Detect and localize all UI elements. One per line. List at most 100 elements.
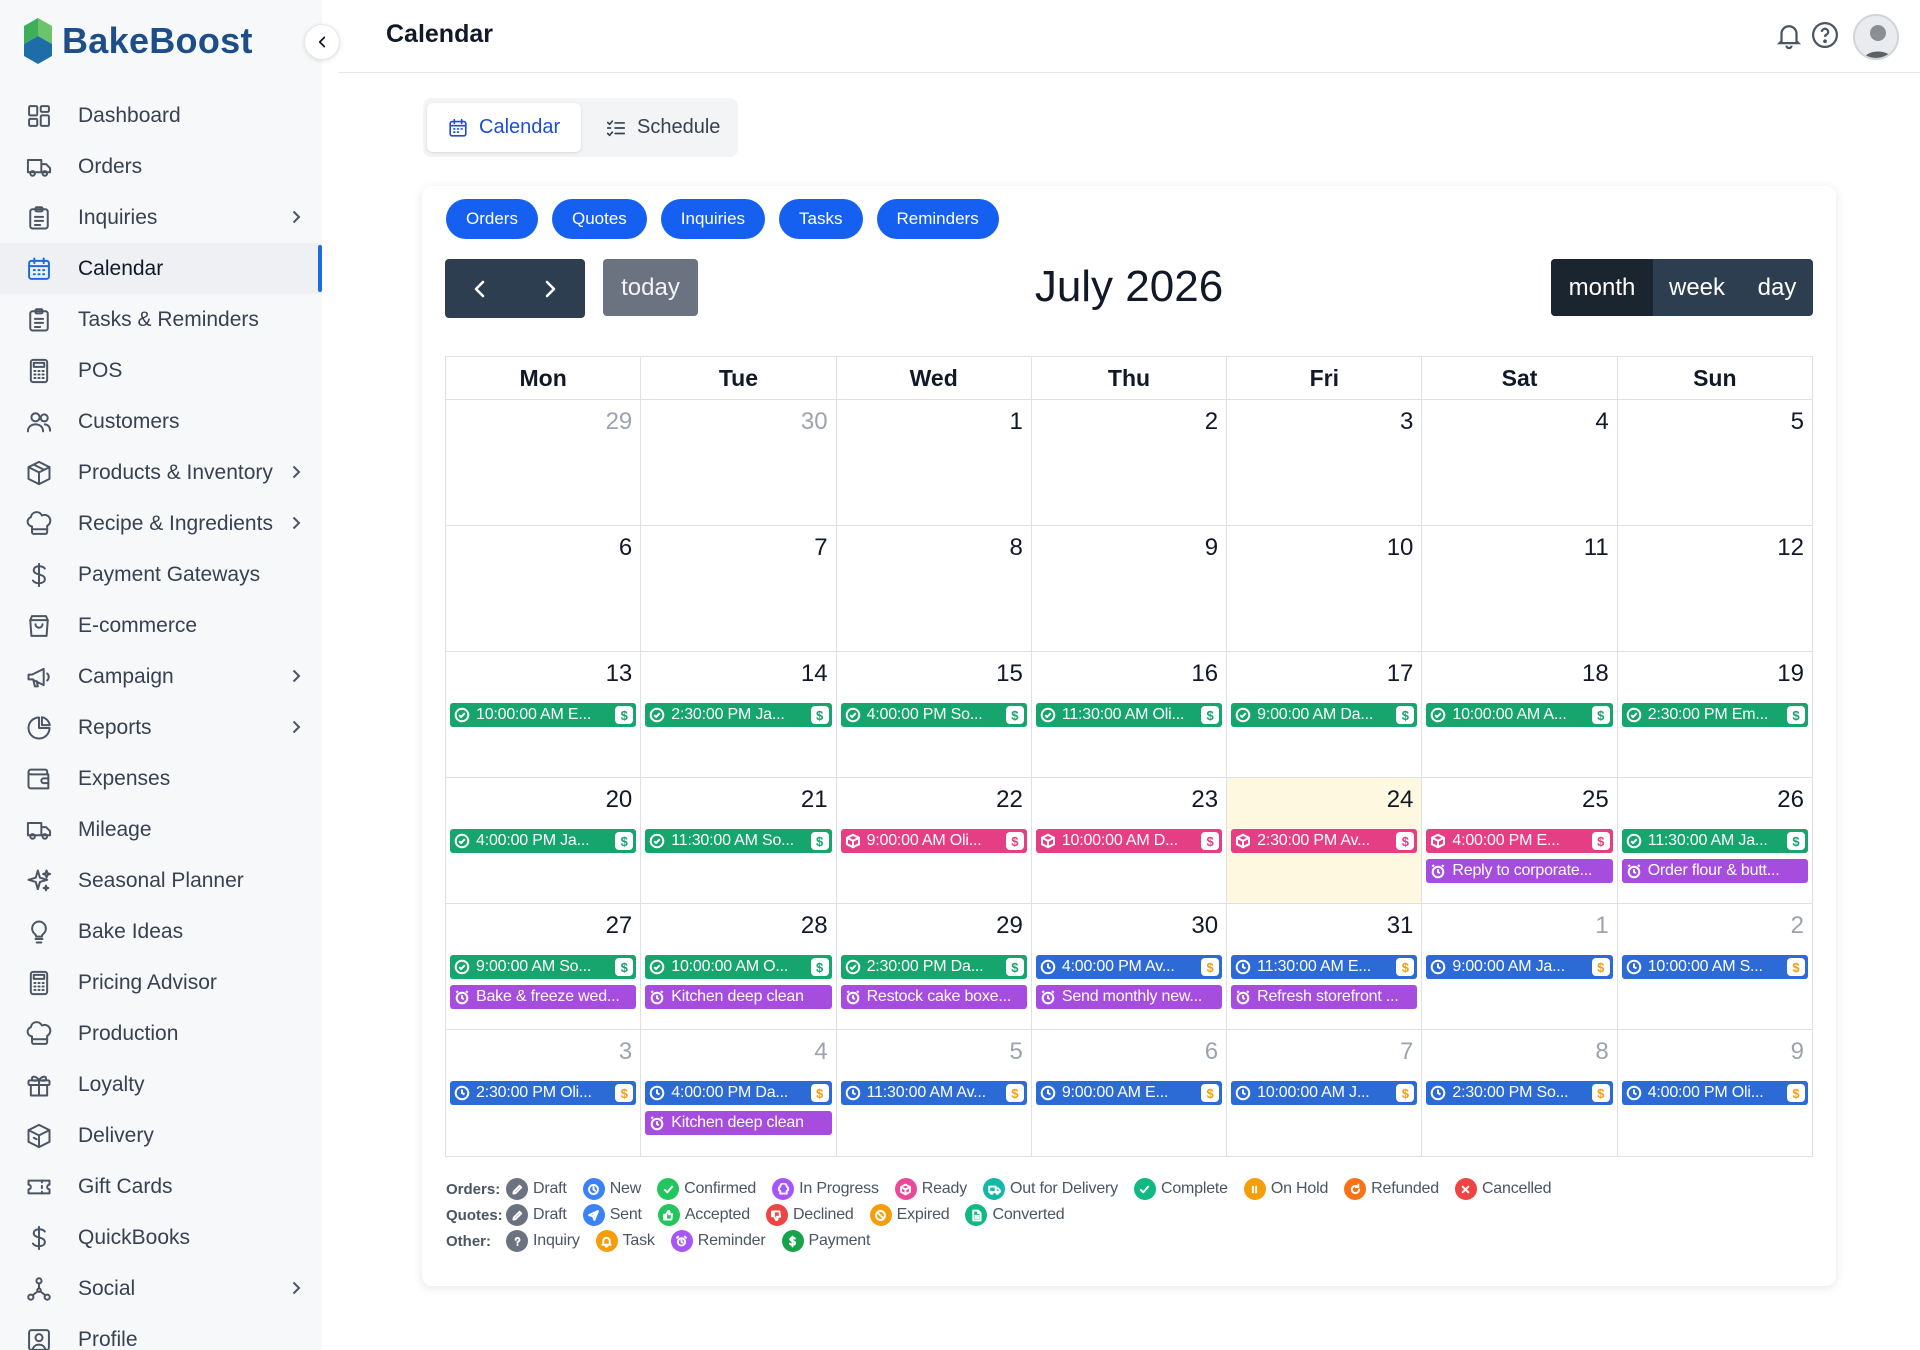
day-number[interactable]: 29: [996, 912, 1023, 940]
calendar-event[interactable]: 10:00:00 AM A... $: [1426, 703, 1613, 727]
day-cell[interactable]: 23 10:00:00 AM D... $: [1032, 778, 1228, 903]
calendar-event[interactable]: Refresh storefront ...: [1231, 985, 1418, 1009]
day-cell[interactable]: 30 4:00:00 PM Av... $ Send monthly new...: [1032, 904, 1228, 1029]
calendar-event[interactable]: 2:30:00 PM Da... $: [840, 955, 1027, 979]
day-number[interactable]: 16: [1191, 660, 1218, 688]
day-number[interactable]: 7: [1400, 1038, 1413, 1066]
day-cell[interactable]: 16 11:30:00 AM Oli... $: [1032, 652, 1228, 777]
calendar-event[interactable]: Reply to corporate...: [1426, 859, 1613, 883]
day-number[interactable]: 7: [814, 534, 827, 562]
calendar-event[interactable]: Send monthly new...: [1035, 985, 1223, 1009]
sidebar-item-profile[interactable]: Profile: [0, 1314, 322, 1350]
sidebar-item-orders[interactable]: Orders: [0, 141, 322, 192]
day-number[interactable]: 23: [1191, 786, 1218, 814]
day-number[interactable]: 11: [1584, 534, 1609, 562]
day-number[interactable]: 1: [1595, 912, 1608, 940]
calendar-event[interactable]: 11:30:00 AM Ja... $: [1621, 829, 1808, 853]
day-number[interactable]: 26: [1777, 786, 1804, 814]
sidebar-item-calendar[interactable]: Calendar: [0, 243, 322, 294]
calendar-event[interactable]: 4:00:00 PM E... $: [1426, 829, 1613, 853]
brand-logo[interactable]: BakeBoost: [22, 16, 253, 66]
calendar-event[interactable]: Kitchen deep clean: [645, 1111, 832, 1135]
day-number[interactable]: 8: [1595, 1038, 1608, 1066]
day-number[interactable]: 27: [606, 912, 633, 940]
day-cell[interactable]: 2 10:00:00 AM S... $: [1618, 904, 1812, 1029]
day-number[interactable]: 5: [1791, 408, 1804, 436]
sidebar-item-production[interactable]: Production: [0, 1008, 322, 1059]
calendar-event[interactable]: 4:00:00 PM Oli... $: [1621, 1081, 1808, 1105]
filter-reminders[interactable]: Reminders: [876, 199, 999, 239]
sidebar-item-tasks-and-reminders[interactable]: Tasks & Reminders: [0, 294, 322, 345]
day-cell[interactable]: 30: [641, 400, 837, 525]
day-cell[interactable]: 1: [837, 400, 1032, 525]
sidebar-item-campaign[interactable]: Campaign: [0, 651, 322, 702]
day-number[interactable]: 21: [801, 786, 828, 814]
filter-orders[interactable]: Orders: [446, 199, 538, 239]
notifications-button[interactable]: [1774, 20, 1806, 52]
day-cell[interactable]: 8: [837, 526, 1032, 651]
day-number[interactable]: 14: [801, 660, 828, 688]
calendar-event[interactable]: 10:00:00 AM D... $: [1035, 829, 1223, 853]
filter-tasks[interactable]: Tasks: [779, 199, 863, 239]
day-cell[interactable]: 21 11:30:00 AM So... $: [641, 778, 837, 903]
day-number[interactable]: 10: [1387, 534, 1414, 562]
day-number[interactable]: 29: [606, 408, 633, 436]
sidebar-item-products-and-inventory[interactable]: Products & Inventory: [0, 447, 322, 498]
sidebar-item-quickbooks[interactable]: QuickBooks: [0, 1212, 322, 1263]
sidebar-item-bake-ideas[interactable]: Bake Ideas: [0, 906, 322, 957]
calendar-event[interactable]: 4:00:00 PM Da... $: [645, 1081, 832, 1105]
sidebar-item-inquiries[interactable]: Inquiries: [0, 192, 322, 243]
sidebar-item-social[interactable]: Social: [0, 1263, 322, 1314]
calendar-event[interactable]: 10:00:00 AM E... $: [450, 703, 637, 727]
day-number[interactable]: 4: [814, 1038, 827, 1066]
calendar-event[interactable]: 2:30:00 PM So... $: [1426, 1081, 1613, 1105]
filter-quotes[interactable]: Quotes: [551, 199, 647, 239]
day-cell[interactable]: 7 10:00:00 AM J... $: [1227, 1030, 1423, 1156]
calendar-event[interactable]: 9:00:00 AM Da... $: [1231, 703, 1418, 727]
day-cell[interactable]: 17 9:00:00 AM Da... $: [1227, 652, 1423, 777]
sidebar-item-payment-gateways[interactable]: Payment Gateways: [0, 549, 322, 600]
day-cell[interactable]: 6: [446, 526, 642, 651]
day-cell[interactable]: 3 2:30:00 PM Oli... $: [446, 1030, 642, 1156]
tab-schedule[interactable]: Schedule: [593, 103, 733, 152]
day-cell[interactable]: 5 11:30:00 AM Av... $: [837, 1030, 1032, 1156]
day-cell[interactable]: 22 9:00:00 AM Oli... $: [837, 778, 1032, 903]
sidebar-item-seasonal-planner[interactable]: Seasonal Planner: [0, 855, 322, 906]
week-view-button[interactable]: week: [1653, 259, 1741, 316]
tab-calendar[interactable]: Calendar: [427, 103, 581, 152]
sidebar-item-recipe-and-ingredients[interactable]: Recipe & Ingredients: [0, 498, 322, 549]
day-view-button[interactable]: day: [1741, 259, 1813, 316]
day-number[interactable]: 20: [606, 786, 633, 814]
day-cell-today[interactable]: 24 2:30:00 PM Av... $: [1227, 778, 1423, 903]
day-cell[interactable]: 1 9:00:00 AM Ja... $: [1422, 904, 1618, 1029]
day-number[interactable]: 22: [996, 786, 1023, 814]
day-number[interactable]: 6: [619, 534, 632, 562]
calendar-event[interactable]: 11:30:00 AM So... $: [645, 829, 832, 853]
day-number[interactable]: 1: [1009, 408, 1022, 436]
day-cell[interactable]: 20 4:00:00 PM Ja... $: [446, 778, 642, 903]
day-number[interactable]: 8: [1009, 534, 1022, 562]
calendar-event[interactable]: 9:00:00 AM E... $: [1035, 1081, 1223, 1105]
day-number[interactable]: 13: [606, 660, 633, 688]
day-cell[interactable]: 29: [446, 400, 642, 525]
calendar-event[interactable]: 11:30:00 AM E... $: [1231, 955, 1418, 979]
day-number[interactable]: 24: [1387, 786, 1414, 814]
day-number[interactable]: 12: [1777, 534, 1804, 562]
day-number[interactable]: 3: [1400, 408, 1413, 436]
day-number[interactable]: 9: [1791, 1038, 1804, 1066]
calendar-event[interactable]: 2:30:00 PM Em... $: [1621, 703, 1808, 727]
filter-inquiries[interactable]: Inquiries: [660, 199, 766, 239]
calendar-event[interactable]: 4:00:00 PM Av... $: [1035, 955, 1223, 979]
sidebar-item-pos[interactable]: POS: [0, 345, 322, 396]
day-cell[interactable]: 4: [1422, 400, 1618, 525]
calendar-event[interactable]: Order flour & butt...: [1621, 859, 1808, 883]
day-cell[interactable]: 28 10:00:00 AM O... $ Kitchen deep clean: [641, 904, 837, 1029]
day-cell[interactable]: 11: [1422, 526, 1618, 651]
day-number[interactable]: 6: [1205, 1038, 1218, 1066]
day-cell[interactable]: 13 10:00:00 AM E... $: [446, 652, 642, 777]
day-cell[interactable]: 5: [1618, 400, 1812, 525]
calendar-event[interactable]: 9:00:00 AM Oli... $: [840, 829, 1027, 853]
sidebar-item-gift-cards[interactable]: Gift Cards: [0, 1161, 322, 1212]
day-number[interactable]: 28: [801, 912, 828, 940]
day-cell[interactable]: 2: [1032, 400, 1228, 525]
